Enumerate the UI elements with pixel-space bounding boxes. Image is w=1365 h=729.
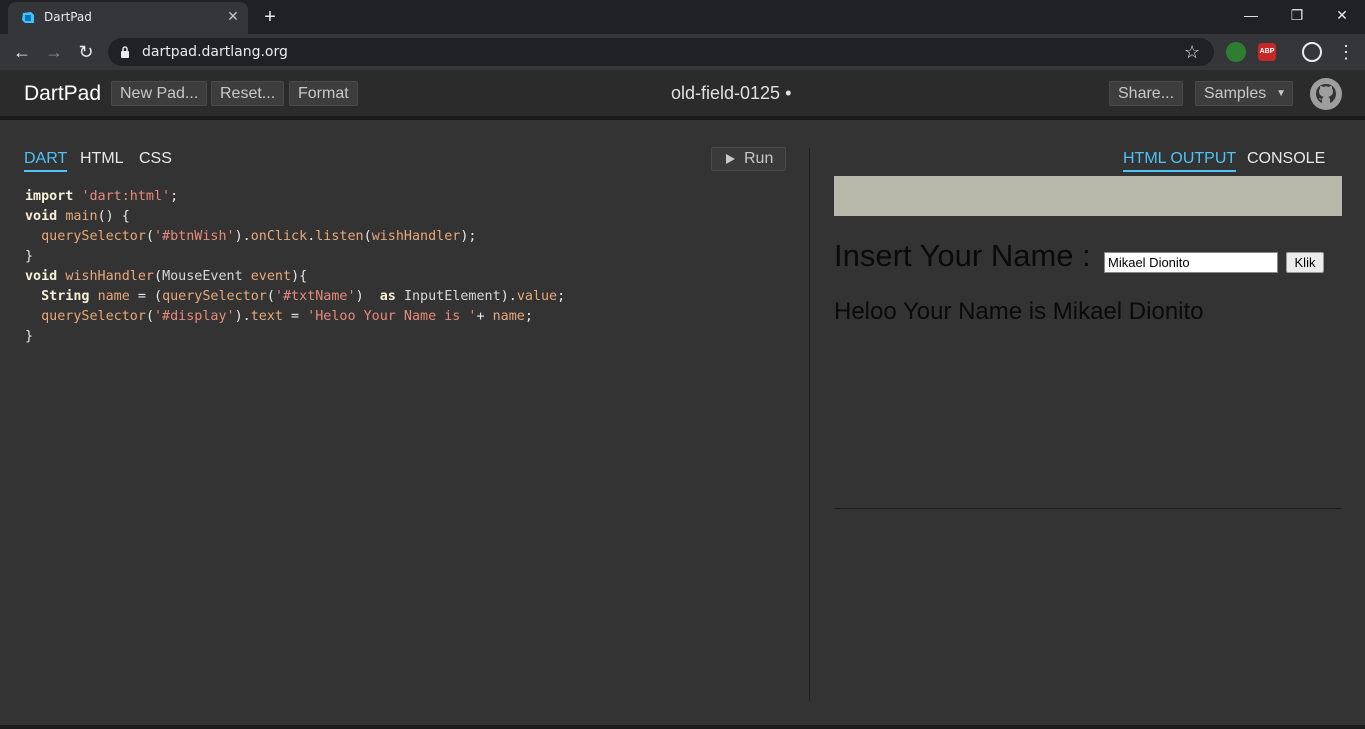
new-pad-button[interactable]: New Pad...: [111, 81, 208, 106]
tab-html[interactable]: HTML: [80, 150, 124, 170]
code-line: void wishHandler(MouseEvent event){: [25, 269, 308, 284]
reload-icon[interactable]: ↻: [74, 40, 98, 64]
samples-label: Samples: [1204, 85, 1267, 102]
share-button[interactable]: Share...: [1109, 81, 1184, 106]
lock-icon: [121, 46, 129, 58]
back-arrow-icon[interactable]: ←: [10, 40, 34, 64]
code-line: }: [25, 249, 34, 264]
adblock-icon[interactable]: ABP: [1258, 43, 1276, 61]
tab-css[interactable]: CSS: [139, 150, 172, 170]
tab-close-icon[interactable]: ✕: [226, 9, 240, 23]
address-bar[interactable]: dartpad.dartlang.org ☆: [108, 38, 1214, 66]
tab-console[interactable]: CONSOLE: [1247, 150, 1325, 170]
tab-html-output[interactable]: HTML OUTPUT: [1123, 150, 1237, 172]
browser-toolbar: ← → ↻ dartpad.dartlang.org ☆ ABP ⋮: [0, 34, 1365, 70]
code-line: }: [25, 329, 34, 344]
menu-dots-icon[interactable]: ⋮: [1334, 40, 1358, 64]
output-display-text: Heloo Your Name is Mikael Dionito: [834, 298, 1204, 325]
editor-panel: DART HTML CSS Run import 'dart:html'; voi…: [0, 124, 809, 729]
code-line: String name = (querySelector('#txtName')…: [41, 289, 566, 304]
bottom-bar: [0, 725, 1365, 729]
code-line: querySelector('#display').text = 'Heloo …: [41, 309, 533, 324]
output-heading: Insert Your Name :: [834, 238, 1091, 273]
browser-tab[interactable]: DartPad ✕: [8, 2, 248, 34]
klik-button[interactable]: Klik: [1286, 252, 1324, 273]
dart-logo-icon: [22, 12, 34, 23]
bookmark-star-icon[interactable]: ☆: [1184, 41, 1200, 63]
github-icon[interactable]: [1310, 78, 1342, 110]
samples-dropdown[interactable]: Samples ▼: [1195, 81, 1293, 106]
tab-title: DartPad: [44, 10, 92, 24]
new-tab-button[interactable]: +: [258, 6, 282, 28]
dartpad-logo: DartPad: [24, 82, 102, 105]
extension-icon[interactable]: [1226, 42, 1246, 62]
run-label: Run: [744, 150, 774, 167]
pad-name[interactable]: old-field-0125 •: [671, 83, 791, 104]
dropdown-arrow-icon: ▼: [1276, 88, 1286, 99]
reset-button[interactable]: Reset...: [211, 81, 285, 106]
close-icon[interactable]: ✕: [1328, 4, 1356, 26]
minimize-icon[interactable]: —: [1237, 4, 1265, 26]
dartpad-header: DartPad New Pad... Reset... Format old-f…: [0, 70, 1365, 120]
code-line: void main() {: [25, 209, 130, 224]
format-button[interactable]: Format: [289, 81, 358, 106]
restore-icon[interactable]: ❐: [1283, 4, 1311, 26]
forward-arrow-icon[interactable]: →: [42, 40, 66, 64]
browser-tabstrip: DartPad ✕ + — ❐ ✕: [0, 0, 1365, 34]
panel-divider[interactable]: [809, 148, 810, 701]
tab-dart[interactable]: DART: [24, 150, 68, 172]
output-separator: [834, 508, 1342, 509]
code-line: import 'dart:html';: [25, 189, 179, 204]
url-text: dartpad.dartlang.org: [142, 44, 288, 60]
code-line: querySelector('#btnWish').onClick.listen…: [41, 229, 477, 244]
run-button[interactable]: Run: [711, 147, 786, 171]
play-icon: [726, 154, 735, 164]
name-input[interactable]: [1104, 252, 1278, 273]
code-editor[interactable]: import 'dart:html'; void main() { querySe…: [25, 187, 565, 347]
profile-icon[interactable]: [1302, 42, 1322, 62]
output-banner: [834, 176, 1342, 216]
